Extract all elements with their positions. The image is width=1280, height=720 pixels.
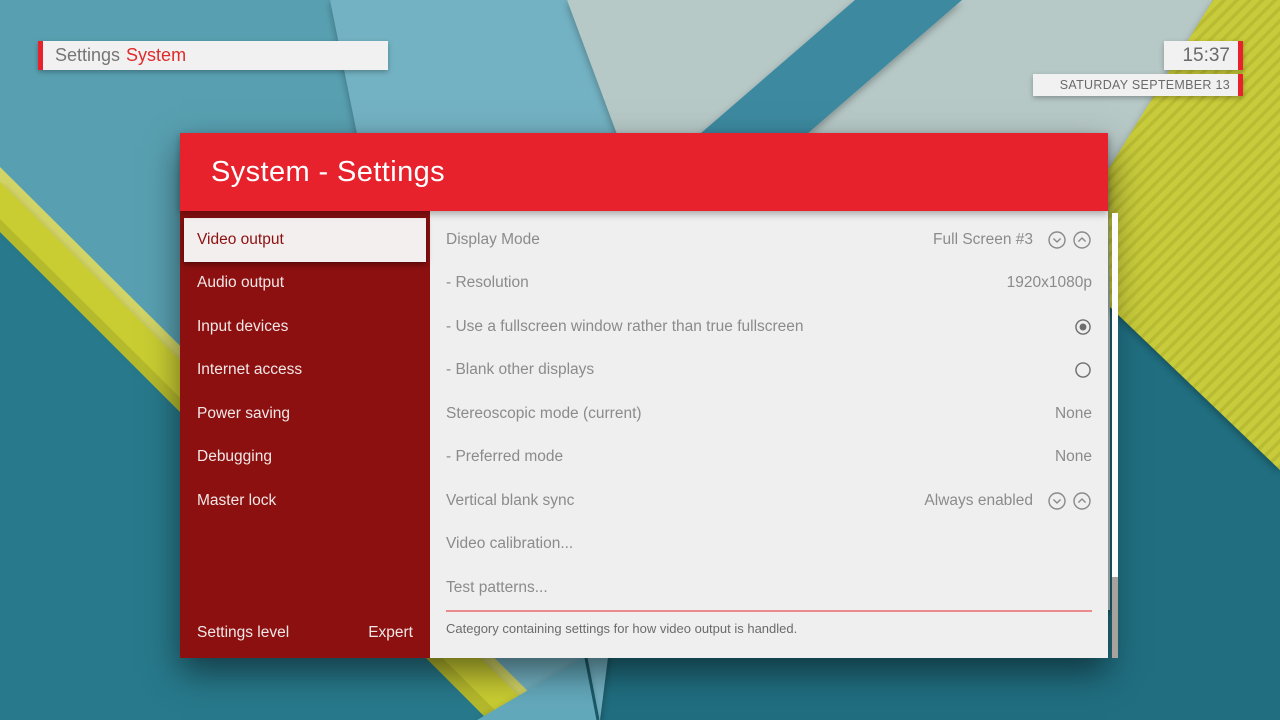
setting-label: - Preferred mode xyxy=(446,448,1055,466)
dialog-header: System - Settings xyxy=(180,133,1108,211)
dialog-title: System - Settings xyxy=(211,156,445,189)
setting-row[interactable]: Video calibration... xyxy=(430,523,1108,567)
settings-rows: Display ModeFull Screen #3 - Resolution1… xyxy=(430,218,1108,610)
breadcrumb: Settings System xyxy=(38,41,388,70)
sidebar-item-input-devices[interactable]: Input devices xyxy=(184,305,426,349)
setting-value: Always enabled xyxy=(924,492,1033,510)
sidebar-item-label: Video output xyxy=(197,231,284,249)
sidebar-item-label: Power saving xyxy=(197,405,290,423)
breadcrumb-subsection: System xyxy=(126,45,186,66)
setting-value: 1920x1080p xyxy=(1007,274,1092,292)
setting-value: Full Screen #3 xyxy=(933,231,1033,249)
time-text: 15:37 xyxy=(1182,45,1230,67)
setting-label: Vertical blank sync xyxy=(446,492,924,510)
sidebar-item-audio-output[interactable]: Audio output xyxy=(184,262,426,306)
sidebar-item-power-saving[interactable]: Power saving xyxy=(184,392,426,436)
radio-selected-icon[interactable] xyxy=(1074,318,1092,336)
setting-row[interactable]: - Use a fullscreen window rather than tr… xyxy=(430,305,1108,349)
sidebar-item-label: Master lock xyxy=(197,492,276,510)
chevron-down-circle-icon[interactable] xyxy=(1047,491,1067,511)
setting-label: Stereoscopic mode (current) xyxy=(446,405,1055,423)
category-description: Category containing settings for how vid… xyxy=(430,612,1108,636)
setting-control: Full Screen #3 xyxy=(933,230,1092,250)
panel-scrollbar[interactable] xyxy=(1112,213,1118,658)
settings-panel: Display ModeFull Screen #3 - Resolution1… xyxy=(430,211,1108,658)
sidebar-item-label: Debugging xyxy=(197,448,272,466)
setting-control: Always enabled xyxy=(924,491,1092,511)
setting-control: None xyxy=(1055,405,1092,423)
chevron-up-circle-icon[interactable] xyxy=(1072,230,1092,250)
setting-label: - Blank other displays xyxy=(446,361,1069,379)
clock-time: 15:37 xyxy=(1164,41,1243,70)
setting-row[interactable]: - Preferred modeNone xyxy=(430,436,1108,480)
sidebar-item-label: Input devices xyxy=(197,318,288,336)
chevron-up-circle-icon[interactable] xyxy=(1072,491,1092,511)
setting-label: Test patterns... xyxy=(446,579,1092,597)
radio-unselected-icon[interactable] xyxy=(1074,361,1092,379)
sidebar-item-label: Audio output xyxy=(197,274,284,292)
sidebar-item-internet-access[interactable]: Internet access xyxy=(184,349,426,393)
category-sidebar: Video output Audio output Input devices Int… xyxy=(180,211,430,658)
setting-value: None xyxy=(1055,448,1092,466)
setting-label: - Use a fullscreen window rather than tr… xyxy=(446,318,1069,336)
setting-row[interactable]: Stereoscopic mode (current)None xyxy=(430,392,1108,436)
settings-level-row[interactable]: Settings level Expert xyxy=(184,611,426,654)
sidebar-item-video-output[interactable]: Video output xyxy=(184,218,426,262)
setting-value: None xyxy=(1055,405,1092,423)
settings-level-label: Settings level xyxy=(197,624,289,642)
setting-control: 1920x1080p xyxy=(1007,274,1092,292)
breadcrumb-section: Settings xyxy=(55,45,120,66)
setting-label: - Resolution xyxy=(446,274,1007,292)
settings-level-value: Expert xyxy=(368,624,413,642)
date-text: SATURDAY SEPTEMBER 13 xyxy=(1060,78,1230,92)
scrollbar-thumb[interactable] xyxy=(1112,213,1118,577)
setting-row[interactable]: Vertical blank syncAlways enabled xyxy=(430,479,1108,523)
sidebar-item-label: Internet access xyxy=(197,361,302,379)
setting-row[interactable]: - Resolution1920x1080p xyxy=(430,262,1108,306)
chevron-down-circle-icon[interactable] xyxy=(1047,230,1067,250)
setting-control xyxy=(1069,361,1092,379)
setting-row[interactable]: - Blank other displays xyxy=(430,349,1108,393)
setting-label: Video calibration... xyxy=(446,535,1092,553)
setting-row[interactable]: Display ModeFull Screen #3 xyxy=(430,218,1108,262)
sidebar-items: Video output Audio output Input devices Int… xyxy=(180,218,430,523)
setting-control xyxy=(1069,318,1092,336)
sidebar-item-master-lock[interactable]: Master lock xyxy=(184,479,426,523)
setting-row[interactable]: Test patterns... xyxy=(430,566,1108,610)
clock-date: SATURDAY SEPTEMBER 13 xyxy=(1033,74,1243,96)
dialog-body: Video output Audio output Input devices Int… xyxy=(180,211,1108,658)
settings-dialog: System - Settings Video output Audio outp… xyxy=(180,133,1108,658)
setting-control: None xyxy=(1055,448,1092,466)
sidebar-item-debugging[interactable]: Debugging xyxy=(184,436,426,480)
setting-label: Display Mode xyxy=(446,231,933,249)
